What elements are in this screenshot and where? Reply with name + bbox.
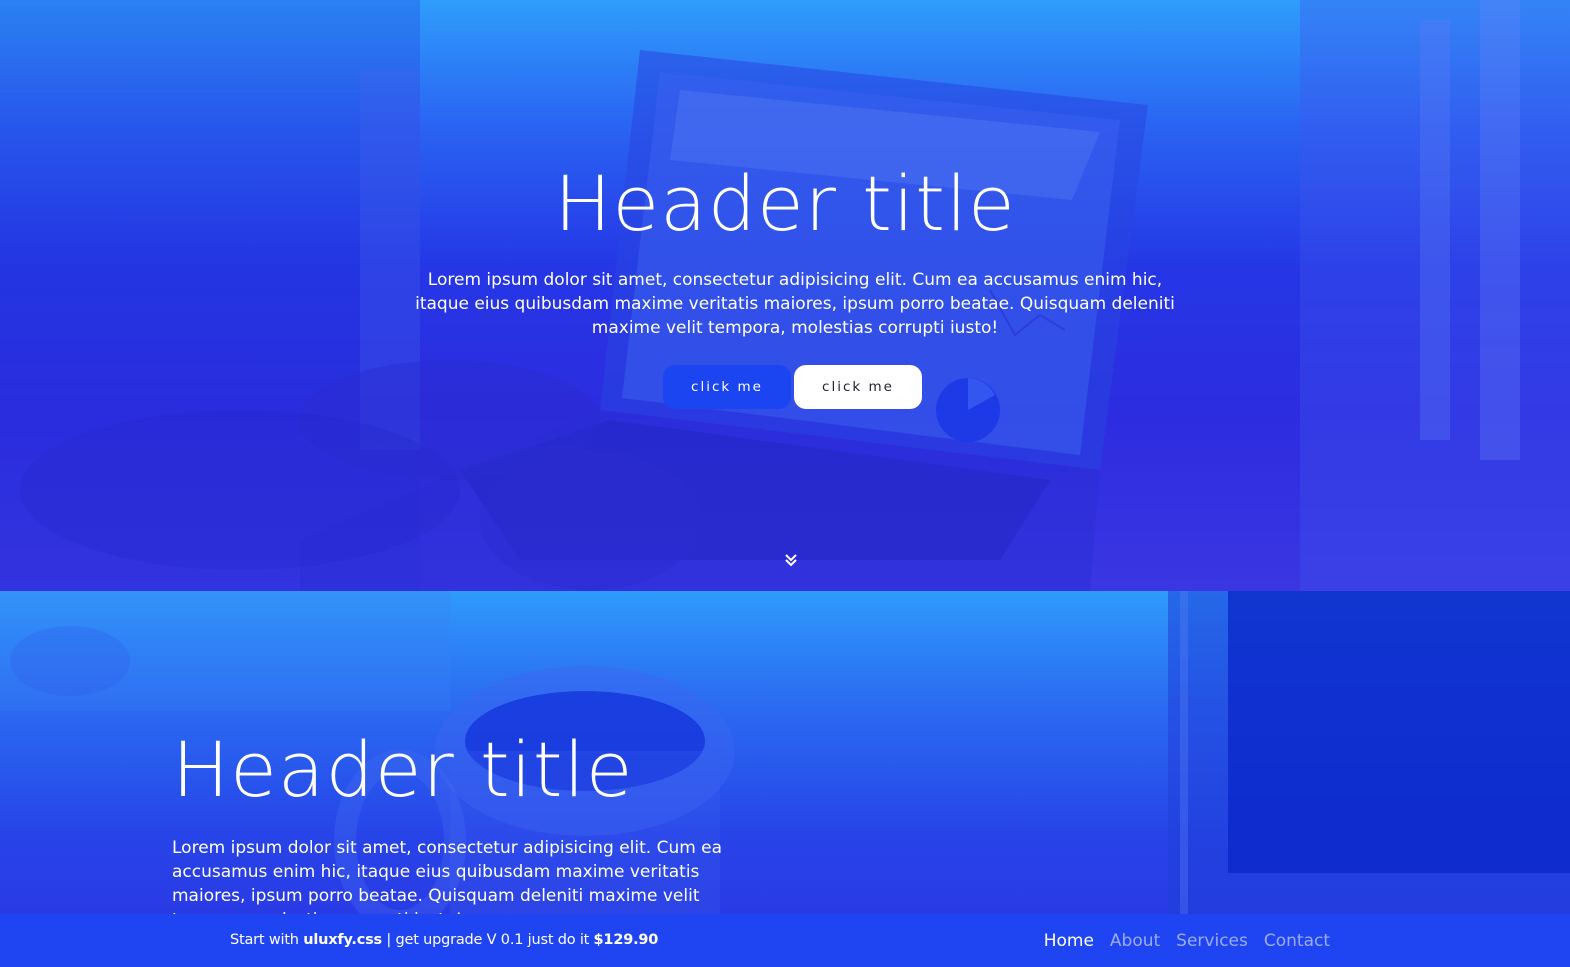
double-chevron-down-icon[interactable] bbox=[781, 550, 801, 570]
landing-page: Header title Lorem ipsum dolor sit amet,… bbox=[0, 0, 1570, 967]
sticky-footer-bar: Start with uluxfy.css | get upgrade V 0.… bbox=[0, 914, 1570, 967]
hero-title: Header title bbox=[172, 725, 634, 814]
hero-section-left: Header title Lorem ipsum dolor sit amet,… bbox=[0, 591, 1570, 967]
promo-middle: | get upgrade V 0.1 just do it bbox=[381, 932, 594, 948]
footer-nav: Home About Services Contact bbox=[1044, 914, 1330, 967]
promo-text: Start with uluxfy.css | get upgrade V 0.… bbox=[230, 914, 658, 967]
primary-cta-button[interactable]: click me bbox=[663, 365, 791, 409]
nav-link-contact[interactable]: Contact bbox=[1264, 931, 1330, 951]
promo-brand: uluxfy.css bbox=[303, 932, 382, 948]
hero-title: Header title bbox=[554, 159, 1016, 248]
nav-link-about[interactable]: About bbox=[1110, 931, 1160, 951]
secondary-cta-button[interactable]: click me bbox=[794, 365, 922, 409]
hero-section-centered: Header title Lorem ipsum dolor sit amet,… bbox=[0, 0, 1570, 591]
nav-link-home[interactable]: Home bbox=[1044, 931, 1094, 951]
promo-price: $129.90 bbox=[593, 932, 659, 948]
nav-link-services[interactable]: Services bbox=[1176, 931, 1248, 951]
hero-content: Header title Lorem ipsum dolor sit amet,… bbox=[0, 0, 1570, 591]
promo-prefix: Start with bbox=[230, 932, 304, 948]
hero-description: Lorem ipsum dolor sit amet, consectetur … bbox=[415, 270, 1175, 338]
